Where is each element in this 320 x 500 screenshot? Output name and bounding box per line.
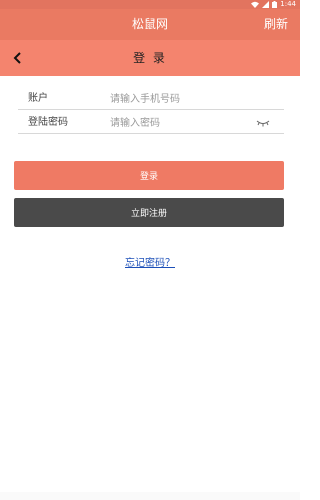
password-label: 登陆密码 <box>28 117 68 128</box>
status-icons: 1:44 <box>251 0 296 9</box>
sub-header: 登 录 <box>0 40 300 76</box>
eye-closed-icon[interactable] <box>256 117 270 129</box>
app-bar: 松鼠网 刷新 <box>0 9 300 40</box>
nav-bar <box>0 492 300 500</box>
password-input[interactable] <box>110 114 260 132</box>
refresh-button[interactable]: 刷新 <box>264 9 288 40</box>
page-title: 登 录 <box>133 51 167 65</box>
app-title: 松鼠网 <box>131 17 168 31</box>
status-time: 1:44 <box>280 0 296 8</box>
register-button[interactable]: 立即注册 <box>14 198 284 227</box>
account-input[interactable] <box>110 90 260 108</box>
account-row: 账户 <box>18 88 284 110</box>
battery-icon <box>272 1 278 8</box>
login-button[interactable]: 登录 <box>14 161 284 190</box>
status-bar: 1:44 <box>0 0 300 9</box>
password-row: 登陆密码 <box>18 112 284 134</box>
signal-icon <box>262 1 270 8</box>
account-label: 账户 <box>28 93 48 104</box>
forgot-password-link[interactable]: 忘记密码？ <box>0 254 300 269</box>
wifi-icon <box>251 1 260 8</box>
